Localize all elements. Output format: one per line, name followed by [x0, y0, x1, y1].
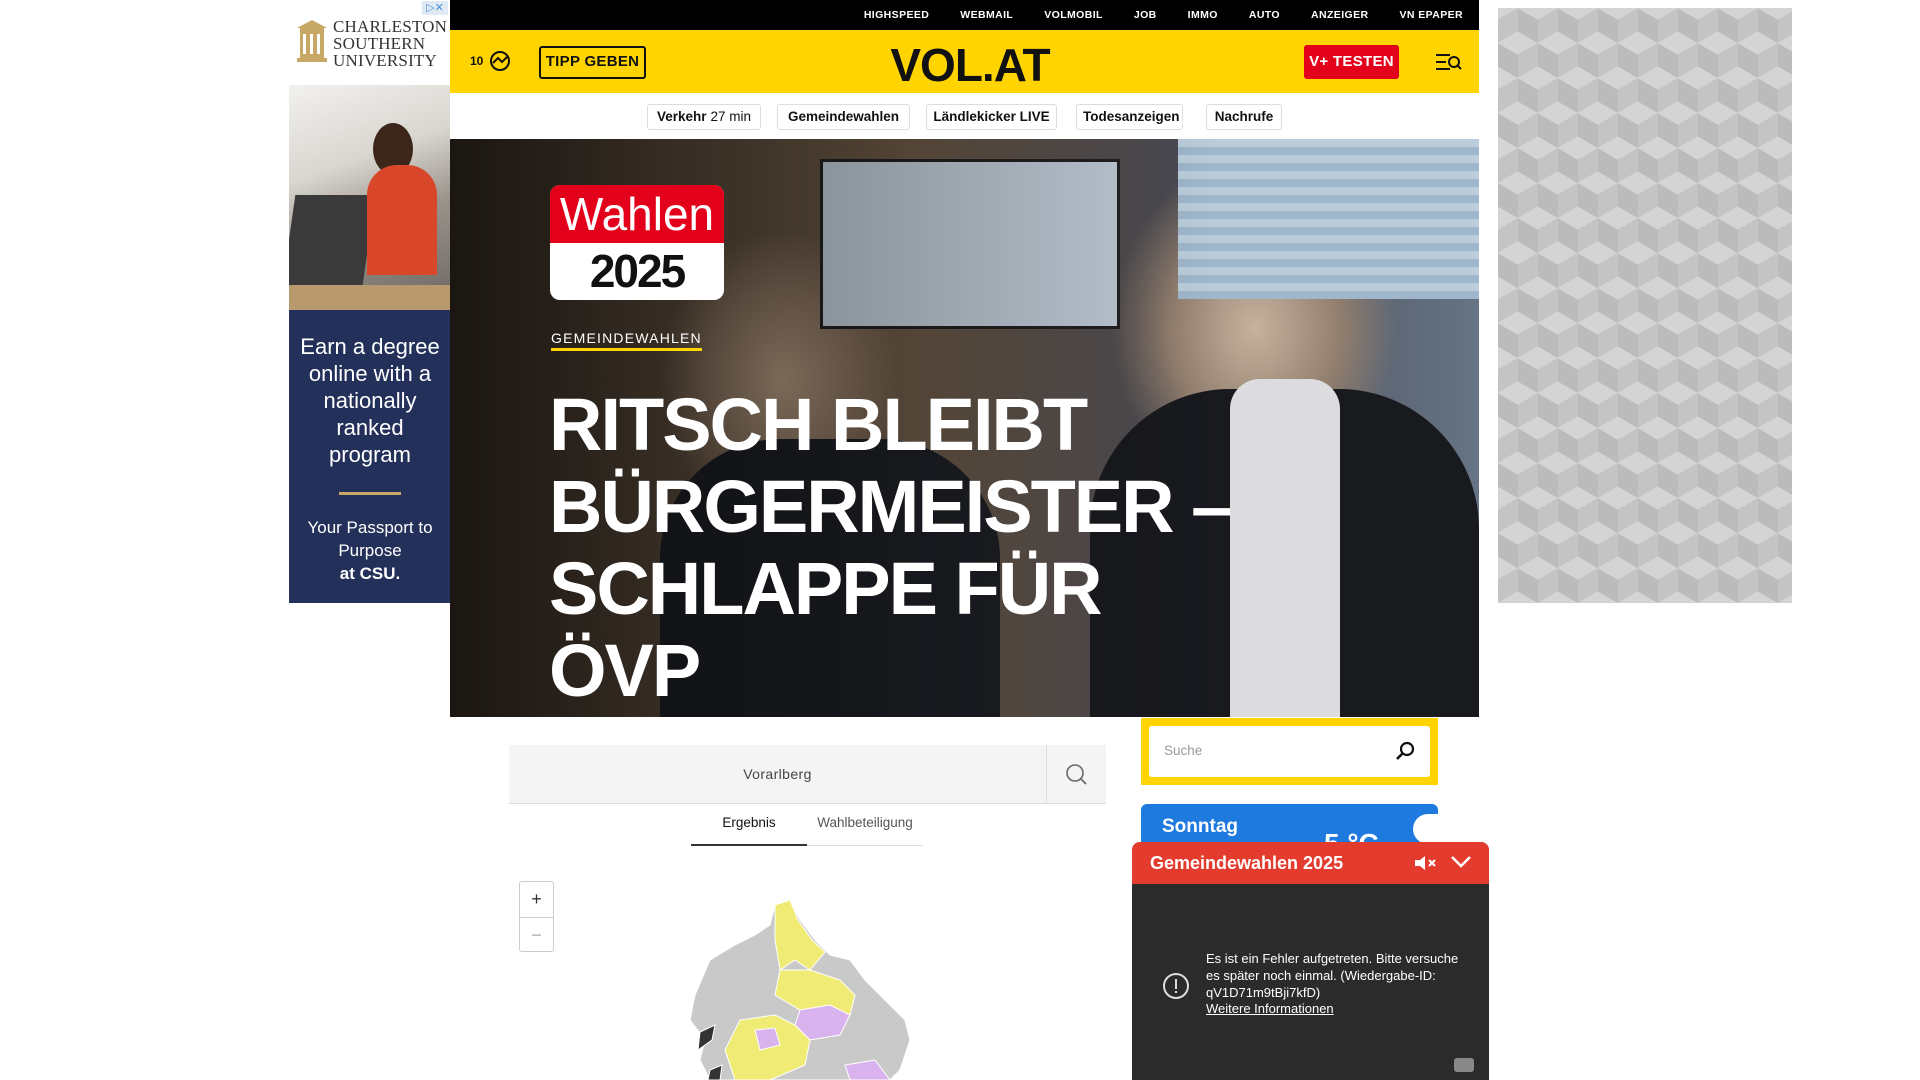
more-info-link[interactable]: Weitere Informationen	[1206, 1001, 1334, 1016]
pill-laendlekicker-live[interactable]: Ländlekicker LIVE	[926, 104, 1057, 130]
player-title: Gemeindewahlen 2025	[1150, 853, 1344, 873]
player-error-message: Es ist ein Fehler aufgetreten. Bitte ver…	[1206, 951, 1459, 1000]
weather-day: Sonntag	[1162, 816, 1238, 837]
top-service-bar: HIGHSPEED WEBMAIL VOLMOBIL JOB IMMO AUTO…	[450, 0, 1479, 30]
menu-search-icon[interactable]	[1436, 50, 1462, 74]
header-temperature: 10	[470, 54, 484, 68]
topnav-immo[interactable]: IMMO	[1188, 9, 1218, 21]
topnav-auto[interactable]: AUTO	[1249, 9, 1280, 21]
badge-year-text: 2025	[589, 245, 686, 297]
quick-links-nav: Verkehr 27 min Gemeindewahlen Ländlekicke…	[450, 93, 1479, 139]
search-icon[interactable]	[1047, 745, 1106, 804]
ad-photo	[289, 85, 450, 310]
brand-line: UNIVERSITY	[333, 51, 437, 70]
pill-todesanzeigen[interactable]: Todesanzeigen	[1076, 104, 1183, 130]
weather-icon	[490, 51, 511, 71]
map-region-yellow	[774, 900, 826, 971]
topnav-anzeiger[interactable]: ANZEIGER	[1311, 9, 1368, 21]
traffic-pill[interactable]: Verkehr 27 min	[647, 104, 761, 130]
tab-wahlbeteiligung[interactable]: Wahlbeteiligung	[807, 811, 923, 846]
tab-ergebnis[interactable]: Ergebnis	[691, 811, 807, 846]
pill-gemeindewahlen[interactable]: Gemeindewahlen	[777, 104, 910, 130]
brand-line: CHARLESTON	[333, 17, 448, 36]
search-placeholder: Suche	[1164, 743, 1203, 758]
ad-tagline-text: Your Passport to Purpose	[307, 518, 433, 560]
site-logo[interactable]: VOL.AT	[870, 38, 1070, 92]
right-ad-banner[interactable]	[1498, 8, 1792, 603]
floating-video-player[interactable]: Gemeindewahlen 2025 Es ist ein Fehler au…	[1132, 842, 1489, 1080]
article-kicker[interactable]: GEMEINDEWAHLEN	[551, 330, 702, 351]
chevron-down-icon[interactable]	[1450, 854, 1472, 870]
region-search-input[interactable]: Vorarlberg	[509, 745, 1046, 804]
university-name: CHARLESTON SOUTHERN UNIVERSITY	[333, 18, 447, 69]
topnav-job[interactable]: JOB	[1134, 9, 1157, 21]
pill-nachrufe[interactable]: Nachrufe	[1206, 104, 1282, 130]
wahlen-2025-badge: Wahlen 2025	[550, 185, 724, 300]
badge-wahlen-text: Wahlen	[550, 185, 724, 243]
cloud-icon	[1413, 814, 1457, 844]
left-ad-banner[interactable]: CHARLESTON SOUTHERN UNIVERSITY ▷✕ Earn a…	[289, 0, 450, 603]
sidebar-search-box: Suche	[1141, 718, 1438, 785]
ad-divider	[339, 492, 401, 495]
error-icon	[1163, 973, 1189, 999]
election-results-map[interactable]	[680, 900, 940, 1080]
university-crest-icon	[297, 20, 327, 62]
topnav-volmobil[interactable]: VOLMOBIL	[1044, 9, 1103, 21]
vplus-testen-button[interactable]: V+ TESTEN	[1304, 45, 1399, 79]
map-region-search: Vorarlberg	[509, 745, 1106, 804]
tipp-geben-button[interactable]: TIPP GEBEN	[539, 46, 646, 79]
zoom-out-button[interactable]: −	[520, 917, 553, 952]
map-tabs: Ergebnis Wahlbeteiligung	[691, 811, 923, 846]
ad-headline: Earn a degree online with a nationally r…	[300, 334, 440, 467]
mute-icon[interactable]	[1413, 854, 1437, 872]
adchoices-icon[interactable]: ▷✕	[422, 1, 448, 15]
header-weather[interactable]: 10	[470, 50, 511, 72]
youtube-icon[interactable]	[1454, 1058, 1474, 1072]
site-header: 10 TIPP GEBEN VOL.AT V+ TESTEN	[450, 30, 1479, 93]
topnav-webmail[interactable]: WEBMAIL	[960, 9, 1013, 21]
sidebar-search-input[interactable]: Suche	[1149, 726, 1430, 777]
ad-tagline: Your Passport to Purpose at CSU.	[295, 516, 445, 585]
zoom-in-button[interactable]: +	[520, 882, 553, 917]
ad-tagline-bold: at CSU.	[339, 564, 401, 583]
topnav-vn-epaper[interactable]: VN EPAPER	[1399, 9, 1463, 21]
traffic-time: 27 min	[710, 109, 752, 124]
topnav-highspeed[interactable]: HIGHSPEED	[864, 9, 929, 21]
hero-article[interactable]: Wahlen 2025 GEMEINDEWAHLEN RITSCH BLEIBT…	[450, 139, 1479, 717]
search-icon[interactable]	[1394, 740, 1416, 762]
traffic-label: Verkehr	[656, 109, 707, 124]
brand-line: SOUTHERN	[333, 34, 426, 53]
article-headline[interactable]: RITSCH BLEIBT BÜRGERMEISTER – SCHLAPPE F…	[549, 384, 1249, 712]
ad-header: CHARLESTON SOUTHERN UNIVERSITY ▷✕	[289, 0, 450, 85]
map-zoom-control: + −	[519, 881, 554, 952]
